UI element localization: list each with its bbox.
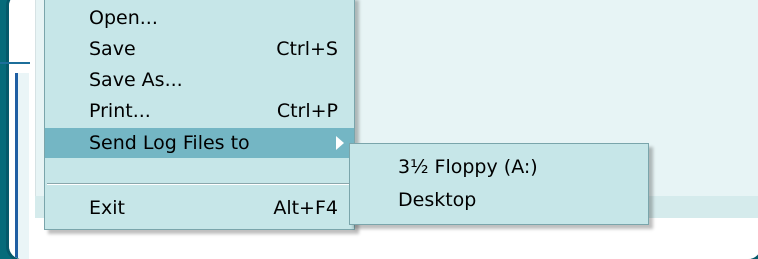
menu-separator: [47, 183, 352, 185]
menu-item-shortcut: Ctrl+S: [276, 38, 338, 60]
menu-item-label: Open...: [89, 7, 158, 29]
menu-item-label: Save As...: [89, 69, 183, 91]
menu-item-shortcut: Ctrl+P: [276, 100, 338, 122]
menu-item-save-as[interactable]: Save As...: [45, 65, 354, 95]
submenu-arrow-icon: [336, 136, 344, 150]
menu-item-exit[interactable]: Exit Alt+F4: [45, 193, 354, 223]
menu-item-shortcut: Alt+F4: [273, 197, 338, 219]
file-menu: Open... Save Ctrl+S Save As... Print... …: [44, 0, 355, 230]
menu-item-send-log-files[interactable]: Send Log Files to: [45, 128, 354, 158]
menu-item-save[interactable]: Save Ctrl+S: [45, 34, 354, 64]
menu-item-label: Print...: [89, 100, 151, 122]
menu-item-label: Save: [89, 38, 136, 60]
panel-edge: [15, 73, 18, 258]
frame-line: [0, 62, 30, 64]
send-log-files-submenu: 3½ Floppy (A:) Desktop: [349, 143, 649, 225]
screen: Open... Save Ctrl+S Save As... Print... …: [0, 0, 758, 259]
menu-item-open[interactable]: Open...: [45, 3, 354, 33]
submenu-item-floppy[interactable]: 3½ Floppy (A:): [350, 152, 648, 182]
submenu-item-label: Desktop: [398, 189, 477, 211]
menu-item-label: Exit: [89, 197, 125, 219]
submenu-item-desktop[interactable]: Desktop: [350, 185, 648, 215]
menu-item-print[interactable]: Print... Ctrl+P: [45, 96, 354, 126]
menu-item-label: Send Log Files to: [89, 132, 250, 154]
left-panel: [9, 0, 36, 259]
submenu-item-label: 3½ Floppy (A:): [398, 156, 538, 178]
